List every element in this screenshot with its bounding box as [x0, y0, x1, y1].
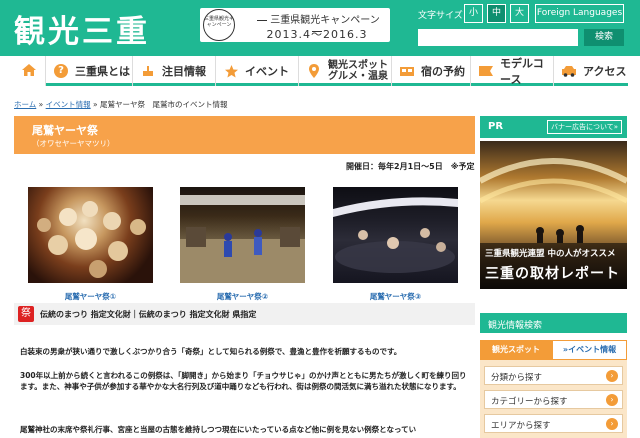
campaign-seal-icon: 三重県観光キャンペーン: [203, 9, 235, 41]
event-photo-2[interactable]: [180, 187, 305, 283]
report-banner[interactable]: 三重県観光連盟 中の人がオススメ 三重の取材レポート: [480, 141, 627, 289]
chevron-right-icon: ›: [606, 394, 618, 406]
page-title-reading: （オワセヤーヤマツリ）: [32, 139, 115, 148]
breadcrumb-separator: »: [36, 100, 46, 109]
tab-tourist-spots[interactable]: 観光スポット: [480, 340, 552, 360]
nav-label: 観光スポット: [328, 60, 388, 71]
photo-caption-1[interactable]: 尾鷲ヤーヤ祭①: [28, 291, 153, 302]
nav-about-mie[interactable]: ? 三重県とは: [47, 56, 133, 86]
font-size-medium-button[interactable]: 中: [487, 4, 506, 23]
question-icon: ?: [53, 63, 69, 79]
pr-label: PR: [488, 121, 504, 132]
tourism-search-title: 観光情報検索: [488, 321, 543, 331]
map-pin-icon: [306, 63, 322, 79]
search-by-category[interactable]: カテゴリーから探す ›: [484, 390, 623, 409]
search-item-label: エリアから探す: [491, 421, 551, 431]
festival-icon: 祭: [18, 306, 34, 322]
tab-event-info[interactable]: »イベント情報: [552, 340, 627, 360]
site-logo[interactable]: 観光三重: [14, 6, 150, 51]
search-item-label: カテゴリーから探す: [491, 397, 568, 407]
breadcrumb: ホーム » イベント情報 » 尾鷲ヤーヤ祭 尾鷲市のイベント情報: [14, 99, 228, 110]
bed-icon: [399, 63, 415, 79]
nav-featured[interactable]: 注目情報: [134, 56, 216, 86]
nav-label: 注目情報: [162, 65, 206, 78]
car-icon: [561, 63, 577, 79]
global-nav: ? 三重県とは 注目情報 イベント 観光スポット グルメ・温泉 宿の予約 モデル…: [12, 56, 628, 86]
pr-header: PR バナー広告について»: [480, 116, 627, 138]
event-photo-1[interactable]: [28, 187, 153, 283]
event-title-bar: 尾鷲ヤーヤ祭 （オワセヤーヤマツリ）: [14, 116, 475, 154]
description-paragraph-2: 300年以上前から続くと言われるこの例祭は、「脚開き」から始まり「チョウサじゃ」…: [20, 371, 467, 391]
event-photo-3[interactable]: [333, 187, 458, 283]
description-paragraph-3: 尾鷲神社の末席や祭礼行事、宮座と当屋の古態を維持しつつ現在にいたっている点など他…: [20, 425, 417, 434]
description-paragraph-1: 白装束の男衆が狭い通りで激しくぶつかり合う「奇祭」として知られる例祭で、豊漁と豊…: [20, 347, 402, 356]
nav-home[interactable]: [12, 56, 46, 86]
nav-label: モデルコース: [500, 57, 544, 86]
photo-caption-3[interactable]: 尾鷲ヤーヤ祭③: [333, 291, 458, 302]
nav-label: イベント: [245, 65, 289, 78]
breadcrumb-home-link[interactable]: ホーム: [14, 100, 36, 109]
breadcrumb-events-link[interactable]: イベント情報: [46, 100, 91, 109]
chevron-right-icon: ›: [606, 370, 618, 382]
breadcrumb-separator: »: [90, 100, 100, 109]
category-tag-bar: 祭 伝統のまつり 指定文化財｜伝統のまつり 指定文化財 県指定: [14, 303, 475, 325]
chevron-right-icon: ›: [606, 418, 618, 430]
search-by-area[interactable]: エリアから探す ›: [484, 414, 623, 433]
search-by-classification[interactable]: 分類から探す ›: [484, 366, 623, 385]
hand-icon: [140, 63, 156, 79]
nav-model-course[interactable]: モデルコース: [472, 56, 554, 86]
nav-label: 三重県とは: [75, 65, 130, 78]
page-title: 尾鷲ヤーヤ祭: [32, 124, 98, 137]
nav-access[interactable]: アクセス: [555, 56, 628, 86]
banner-line-2: 三重の取材レポート: [485, 266, 620, 282]
font-size-small-button[interactable]: 小: [464, 4, 483, 23]
foreign-languages-button[interactable]: Foreign Languages: [535, 4, 624, 23]
event-date: 開催日：毎年2月1日～5日 ※予定: [346, 162, 475, 171]
nav-lodging[interactable]: 宿の予約: [393, 56, 471, 86]
campaign-banner[interactable]: 三重県観光キャンペーン 三重県観光キャンペーン 2013.4～2016.3: [200, 8, 390, 42]
nav-spots-gourmet[interactable]: 観光スポット グルメ・温泉: [300, 56, 392, 86]
banner-line-1: 三重県観光連盟 中の人がオススメ: [485, 249, 616, 259]
site-header: 観光三重 三重県観光キャンペーン 三重県観光キャンペーン 2013.4～2016…: [0, 0, 640, 56]
font-size-large-button[interactable]: 大: [510, 4, 529, 23]
nav-events[interactable]: イベント: [217, 56, 299, 86]
nav-label: アクセス: [583, 65, 627, 78]
flag-icon: [478, 63, 494, 79]
site-search-input[interactable]: [418, 29, 578, 46]
breadcrumb-current: 尾鷲ヤーヤ祭 尾鷲市のイベント情報: [100, 100, 228, 109]
photo-caption-2[interactable]: 尾鷲ヤーヤ祭②: [180, 291, 305, 302]
nav-label: グルメ・温泉: [328, 71, 388, 82]
star-icon: [223, 63, 239, 79]
tourism-search-header: 観光情報検索: [480, 313, 627, 333]
search-button[interactable]: 検索: [584, 29, 624, 46]
home-icon: [21, 62, 37, 81]
font-size-label: 文字サイズ: [418, 11, 463, 21]
campaign-period: 2013.4～2016.3: [266, 28, 368, 41]
search-item-label: 分類から探す: [491, 373, 543, 383]
category-tags: 伝統のまつり 指定文化財｜伝統のまつり 指定文化財 県指定: [40, 310, 257, 319]
banner-ad-info-button[interactable]: バナー広告について»: [547, 120, 622, 134]
nav-label: 宿の予約: [421, 65, 465, 78]
